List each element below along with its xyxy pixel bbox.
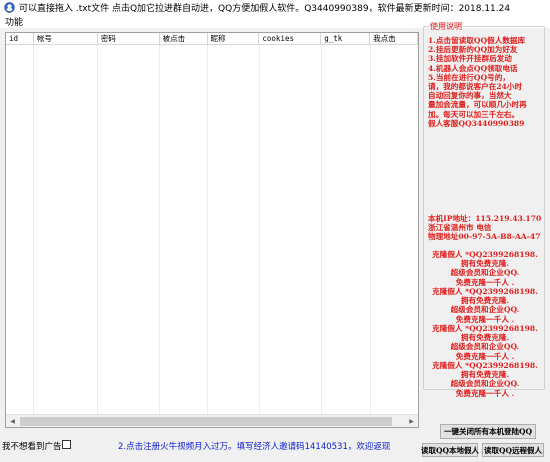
close-all-qq-button[interactable]: 一键关闭所有本机登陆QQ xyxy=(440,424,536,439)
ip-info: 本机IP地址：115.219.43.170 浙江省温州市 电信 物理地址00-9… xyxy=(428,214,542,242)
read-remote-fake-button[interactable]: 读取QQ远程假人 xyxy=(482,443,544,457)
horizontal-scrollbar[interactable]: ◀ ▶ xyxy=(6,414,418,427)
clone-ad-1: 克隆假人 *QQ2399268198. 拥有免费克隆. 超级会员和企业QQ. 免… xyxy=(432,250,538,287)
title-bar: 可以直接拖入 .txt文件 点击Q加它拉进群自动进，QQ方便加假人软件。Q344… xyxy=(0,0,550,15)
main-client-area: id 帐号 密码 被点击 昵称 cookies g_tk 我点击 ◀ ▶ 使用说… xyxy=(0,22,550,462)
scrollbar-thumb[interactable] xyxy=(20,416,392,426)
column-header-account[interactable]: 帐号 xyxy=(34,33,98,45)
column-header-clicked[interactable]: 被点击 xyxy=(160,33,208,45)
column-divider xyxy=(33,45,34,414)
scroll-left-arrow-icon[interactable]: ◀ xyxy=(6,415,19,428)
table-header: id 帐号 密码 被点击 昵称 cookies g_tk 我点击 xyxy=(6,33,418,45)
column-divider xyxy=(97,45,98,414)
table-body xyxy=(6,45,418,414)
scrollbar-track[interactable] xyxy=(19,416,405,427)
column-header-nickname[interactable]: 昵称 xyxy=(208,33,260,45)
window-title: 可以直接拖入 .txt文件 点击Q加它拉进群自动进，QQ方便加假人软件。Q344… xyxy=(19,4,511,14)
column-divider xyxy=(207,45,208,414)
column-divider xyxy=(259,45,260,414)
read-local-fake-button[interactable]: 读取QQ本地假人 xyxy=(421,443,479,457)
menu-item-functions[interactable]: 功能 xyxy=(5,15,23,28)
account-list-table[interactable]: id 帐号 密码 被点击 昵称 cookies g_tk 我点击 ◀ ▶ xyxy=(5,32,419,428)
clone-ad-3: 克隆假人 *QQ2399268198. 拥有免费克隆. 超级会员和企业QQ. 免… xyxy=(432,324,538,361)
no-ad-checkbox[interactable] xyxy=(62,440,71,449)
instructions-panel: 使用说明 1.点击留读取QQ假人数据库 2.挂后更新的QQ加为好友 3.挂加软件… xyxy=(423,22,545,398)
scroll-right-arrow-icon[interactable]: ▶ xyxy=(405,415,418,428)
no-ad-label: 我不想看到广告 xyxy=(2,442,62,452)
column-divider xyxy=(370,45,371,414)
clone-ad-4: 克隆假人 *QQ2399268198. 拥有免费克隆. 超级会员和企业QQ. 免… xyxy=(432,361,538,398)
clone-ad-2: 克隆假人 *QQ2399268198. 拥有免费克隆. 超级会员和企业QQ. 免… xyxy=(432,287,538,324)
column-header-gtk[interactable]: g_tk xyxy=(321,33,371,45)
promo-link[interactable]: 2.点击注册火牛视频月入过万。填写经济人邀请码14140531，欢迎返现 xyxy=(118,440,390,452)
column-header-password[interactable]: 密码 xyxy=(98,33,160,45)
column-divider xyxy=(159,45,160,414)
usage-instructions: 1.点击留读取QQ假人数据库 2.挂后更新的QQ加为好友 3.挂加软件开挂群后发… xyxy=(428,36,527,128)
app-icon xyxy=(4,2,15,13)
instructions-legend: 使用说明 xyxy=(429,22,463,32)
column-header-cookies[interactable]: cookies xyxy=(259,33,322,45)
column-header-id[interactable]: id xyxy=(6,33,34,45)
column-divider xyxy=(321,45,322,414)
column-header-my-click[interactable]: 我点击 xyxy=(370,33,418,45)
